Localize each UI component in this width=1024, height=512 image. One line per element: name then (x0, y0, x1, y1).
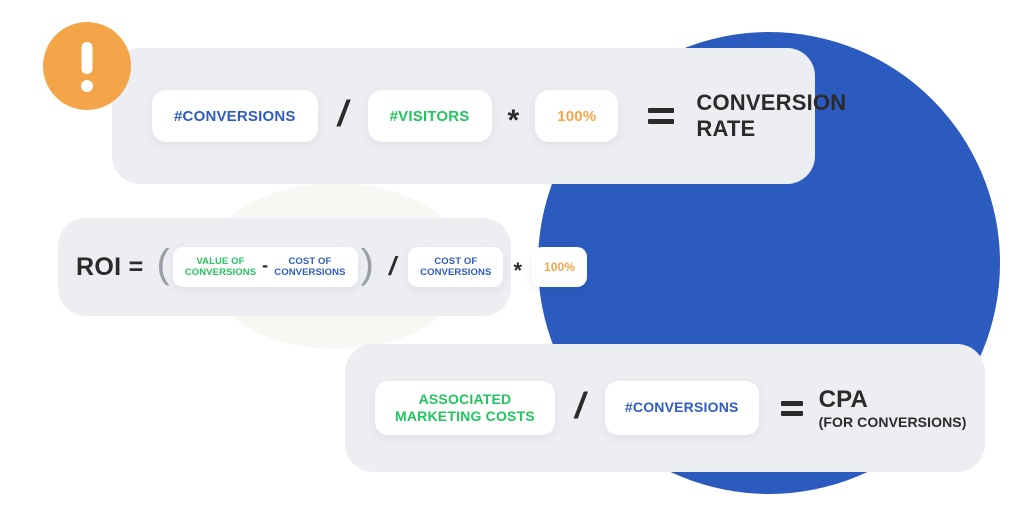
operator-divide: / (574, 385, 585, 426)
result-cpa-subtitle: (FOR CONVERSIONS) (818, 413, 967, 430)
term-visitors: #VISITORS (367, 90, 492, 142)
label-roi: ROI = (76, 252, 144, 281)
operator-divide: / (337, 93, 348, 134)
equals-bar-top (780, 401, 803, 406)
result-conversion-rate: CONVERSION RATE (696, 90, 847, 141)
equals-bar-bottom (780, 411, 803, 416)
operator-divide: / (388, 250, 397, 281)
term-hundred-percent: 100% (535, 90, 619, 142)
result-cpa-group: CPA (FOR CONVERSIONS) (819, 386, 967, 431)
exclamation-dot (81, 80, 93, 92)
exclamation-icon (43, 22, 131, 110)
group-value-minus-cost: VALUE OF CONVERSIONS - COST OF CONVERSIO… (172, 247, 358, 287)
operator-equals (648, 107, 675, 125)
formula-row-cpa: ASSOCIATED MARKETING COSTS / #CONVERSION… (345, 344, 985, 472)
term-conversions: #CONVERSIONS (604, 381, 759, 435)
operator-multiply: * (513, 258, 522, 283)
formula-row-roi: ROI = ( VALUE OF CONVERSIONS - COST OF C… (58, 218, 588, 316)
equals-bar-bottom (648, 119, 675, 124)
formula-row-conversion-rate: #CONVERSIONS / #VISITORS * 100% CONVERSI… (112, 48, 846, 184)
term-conversions: #CONVERSIONS (152, 90, 318, 142)
equals-bar-top (648, 108, 675, 113)
term-associated-marketing-costs: ASSOCIATED MARKETING COSTS (375, 381, 555, 435)
result-cpa: CPA (818, 385, 869, 413)
operator-open-paren: ( (156, 241, 170, 286)
operator-multiply: * (507, 104, 520, 137)
exclamation-stem (81, 42, 93, 74)
term-value-of-conversions: VALUE OF CONVERSIONS (184, 255, 257, 278)
term-hundred-percent: 100% (532, 247, 588, 287)
operator-equals (780, 400, 803, 416)
operator-close-paren: ) (360, 241, 374, 286)
term-cost-of-conversions-divisor: COST OF CONVERSIONS (408, 247, 504, 287)
operator-minus: - (262, 255, 269, 276)
infographic-canvas: #CONVERSIONS / #VISITORS * 100% CONVERSI… (0, 0, 1024, 512)
term-cost-of-conversions: COST OF CONVERSIONS (274, 255, 346, 278)
